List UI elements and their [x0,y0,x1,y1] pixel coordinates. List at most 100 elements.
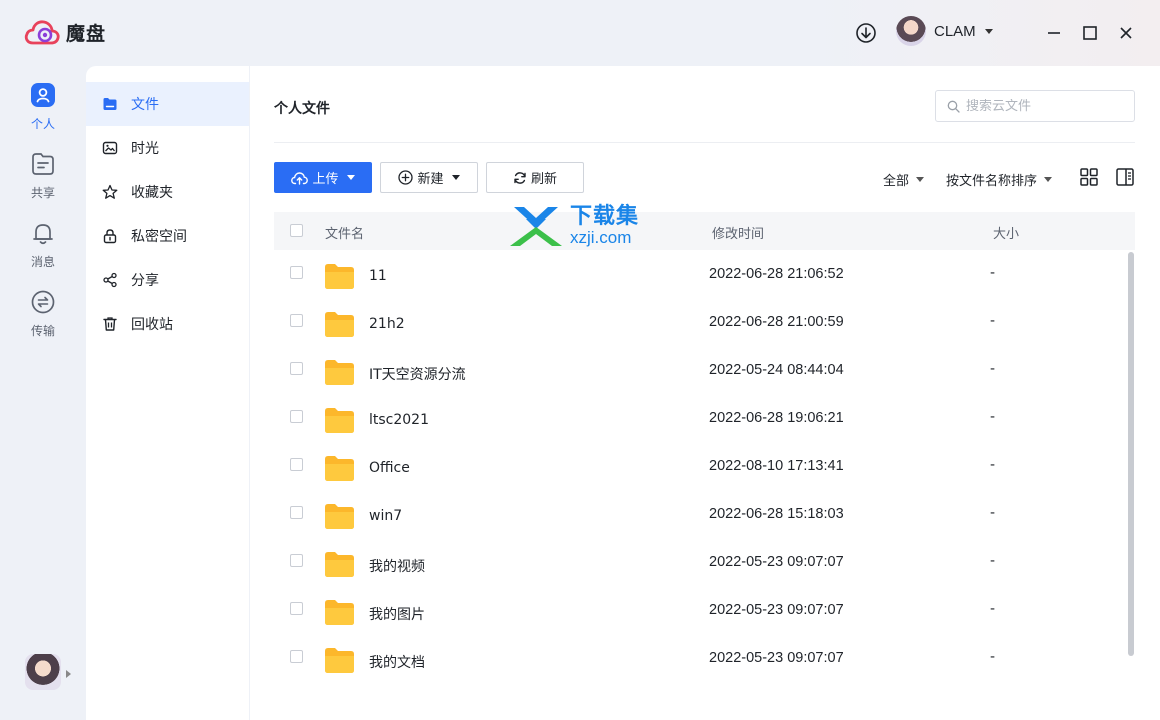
row-checkbox[interactable] [290,554,303,567]
chevron-down-icon [916,177,925,182]
nav-label: 个人 [30,117,55,131]
filter-dropdown[interactable]: 全部 [883,170,925,189]
sidebar-item-favorites[interactable]: 收藏夹 [86,170,249,214]
photo-icon [102,141,118,155]
file-size: - [990,361,996,377]
file-modified: 2022-06-28 15:18:03 [709,506,844,522]
row-checkbox[interactable] [290,362,303,375]
nav-item-personal[interactable]: 个人 [0,82,86,132]
file-size: - [990,649,996,665]
lock-icon [103,229,117,244]
select-all-checkbox[interactable] [290,224,303,237]
trash-icon [103,317,117,331]
folder-icon [325,504,354,529]
account-avatar[interactable] [25,654,61,690]
refresh-button-label: 刷新 [530,172,557,187]
folder-icon [325,552,354,577]
table-row[interactable]: ltsc2021 2022-06-28 19:06:21 - [274,394,1135,442]
file-modified: 2022-05-23 09:07:07 [709,602,844,618]
download-icon[interactable] [855,22,877,44]
file-name: ltsc2021 [369,412,429,428]
sidebar-item-label: 私密空间 [131,229,187,245]
transfer-icon [31,290,55,314]
app-logo: 魔盘 [24,18,106,46]
minimize-button[interactable] [1045,24,1063,42]
table-row[interactable]: 我的文档 2022-05-23 09:07:07 - [274,634,1135,682]
file-name: IT天空资源分流 [369,367,466,383]
nav-item-messages[interactable]: 消息 [0,220,86,270]
file-size: - [990,553,996,569]
table-row[interactable]: win7 2022-06-28 15:18:03 - [274,490,1135,538]
maximize-button[interactable] [1081,24,1099,42]
search-input[interactable] [966,98,1126,114]
chevron-down-icon [1044,177,1053,182]
file-name: 我的图片 [369,607,425,623]
table-row[interactable]: 我的视频 2022-05-23 09:07:07 - [274,538,1135,586]
row-checkbox[interactable] [290,314,303,327]
row-checkbox[interactable] [290,458,303,471]
user-name: CLAM [934,22,976,40]
nav-label: 消息 [30,255,55,269]
table-row[interactable]: Office 2022-08-10 17:13:41 - [274,442,1135,490]
folder-icon [325,456,354,481]
sort-dropdown[interactable]: 按文件名称排序 [946,170,1053,189]
sidebar-item-moments[interactable]: 时光 [86,126,249,170]
sidebar-item-label: 时光 [131,141,159,157]
new-button[interactable]: 新建 [380,162,478,193]
table-row[interactable]: 21h2 2022-06-28 21:00:59 - [274,298,1135,346]
column-size[interactable]: 大小 [993,223,1019,242]
chevron-right-icon [66,670,71,678]
sidebar-item-share[interactable]: 分享 [86,258,249,302]
refresh-button[interactable]: 刷新 [486,162,584,193]
nav-label: 传输 [30,324,55,338]
chevron-down-icon [346,175,355,180]
sidebar-item-files[interactable]: 文件 [86,82,249,126]
user-menu[interactable]: CLAM [896,16,993,46]
cloud-logo-icon [24,20,60,45]
sidebar-item-recycle-bin[interactable]: 回收站 [86,302,249,346]
nav-item-shared[interactable]: 共享 [0,151,86,201]
file-size: - [990,505,996,521]
row-checkbox[interactable] [290,266,303,279]
divider [274,142,1135,143]
row-checkbox[interactable] [290,506,303,519]
file-name: 我的文档 [369,655,425,671]
file-modified: 2022-06-28 21:06:52 [709,266,844,282]
grid-view-icon[interactable] [1079,167,1099,187]
folder-icon [103,98,117,110]
folder-icon [325,648,354,673]
folder-icon [325,408,354,433]
search-box[interactable] [935,90,1135,122]
table-row[interactable]: IT天空资源分流 2022-05-24 08:44:04 - [274,346,1135,394]
folder-icon [325,600,354,625]
person-icon [31,83,55,107]
scrollbar[interactable] [1128,252,1134,656]
row-checkbox[interactable] [290,410,303,423]
upload-button[interactable]: 上传 [274,162,372,193]
column-modified[interactable]: 修改时间 [712,223,764,242]
avatar [896,16,926,46]
file-size: - [990,457,996,473]
table-row[interactable]: 11 2022-06-28 21:06:52 - [274,250,1135,298]
detail-panel-icon[interactable] [1115,167,1135,187]
table-row[interactable]: 我的图片 2022-05-23 09:07:07 - [274,586,1135,634]
file-name: 我的视频 [369,559,425,575]
file-modified: 2022-05-24 08:44:04 [709,362,844,378]
row-checkbox[interactable] [290,650,303,663]
title-bar: 魔盘 CLAM [0,0,1160,66]
share-folder-icon [32,153,54,175]
sidebar-item-label: 回收站 [131,317,173,333]
close-button[interactable] [1117,24,1135,42]
column-name[interactable]: 文件名 [325,223,364,242]
file-modified: 2022-05-23 09:07:07 [709,554,844,570]
sidebar-item-private-space[interactable]: 私密空间 [86,214,249,258]
file-name: Office [369,460,410,476]
folder-icon [325,264,354,289]
folder-icon [325,360,354,385]
nav-item-transfer[interactable]: 传输 [0,289,86,339]
nav-label: 共享 [30,186,55,200]
app-name: 魔盘 [66,22,107,45]
row-checkbox[interactable] [290,602,303,615]
new-button-label: 新建 [417,172,444,187]
chevron-down-icon [451,175,460,180]
